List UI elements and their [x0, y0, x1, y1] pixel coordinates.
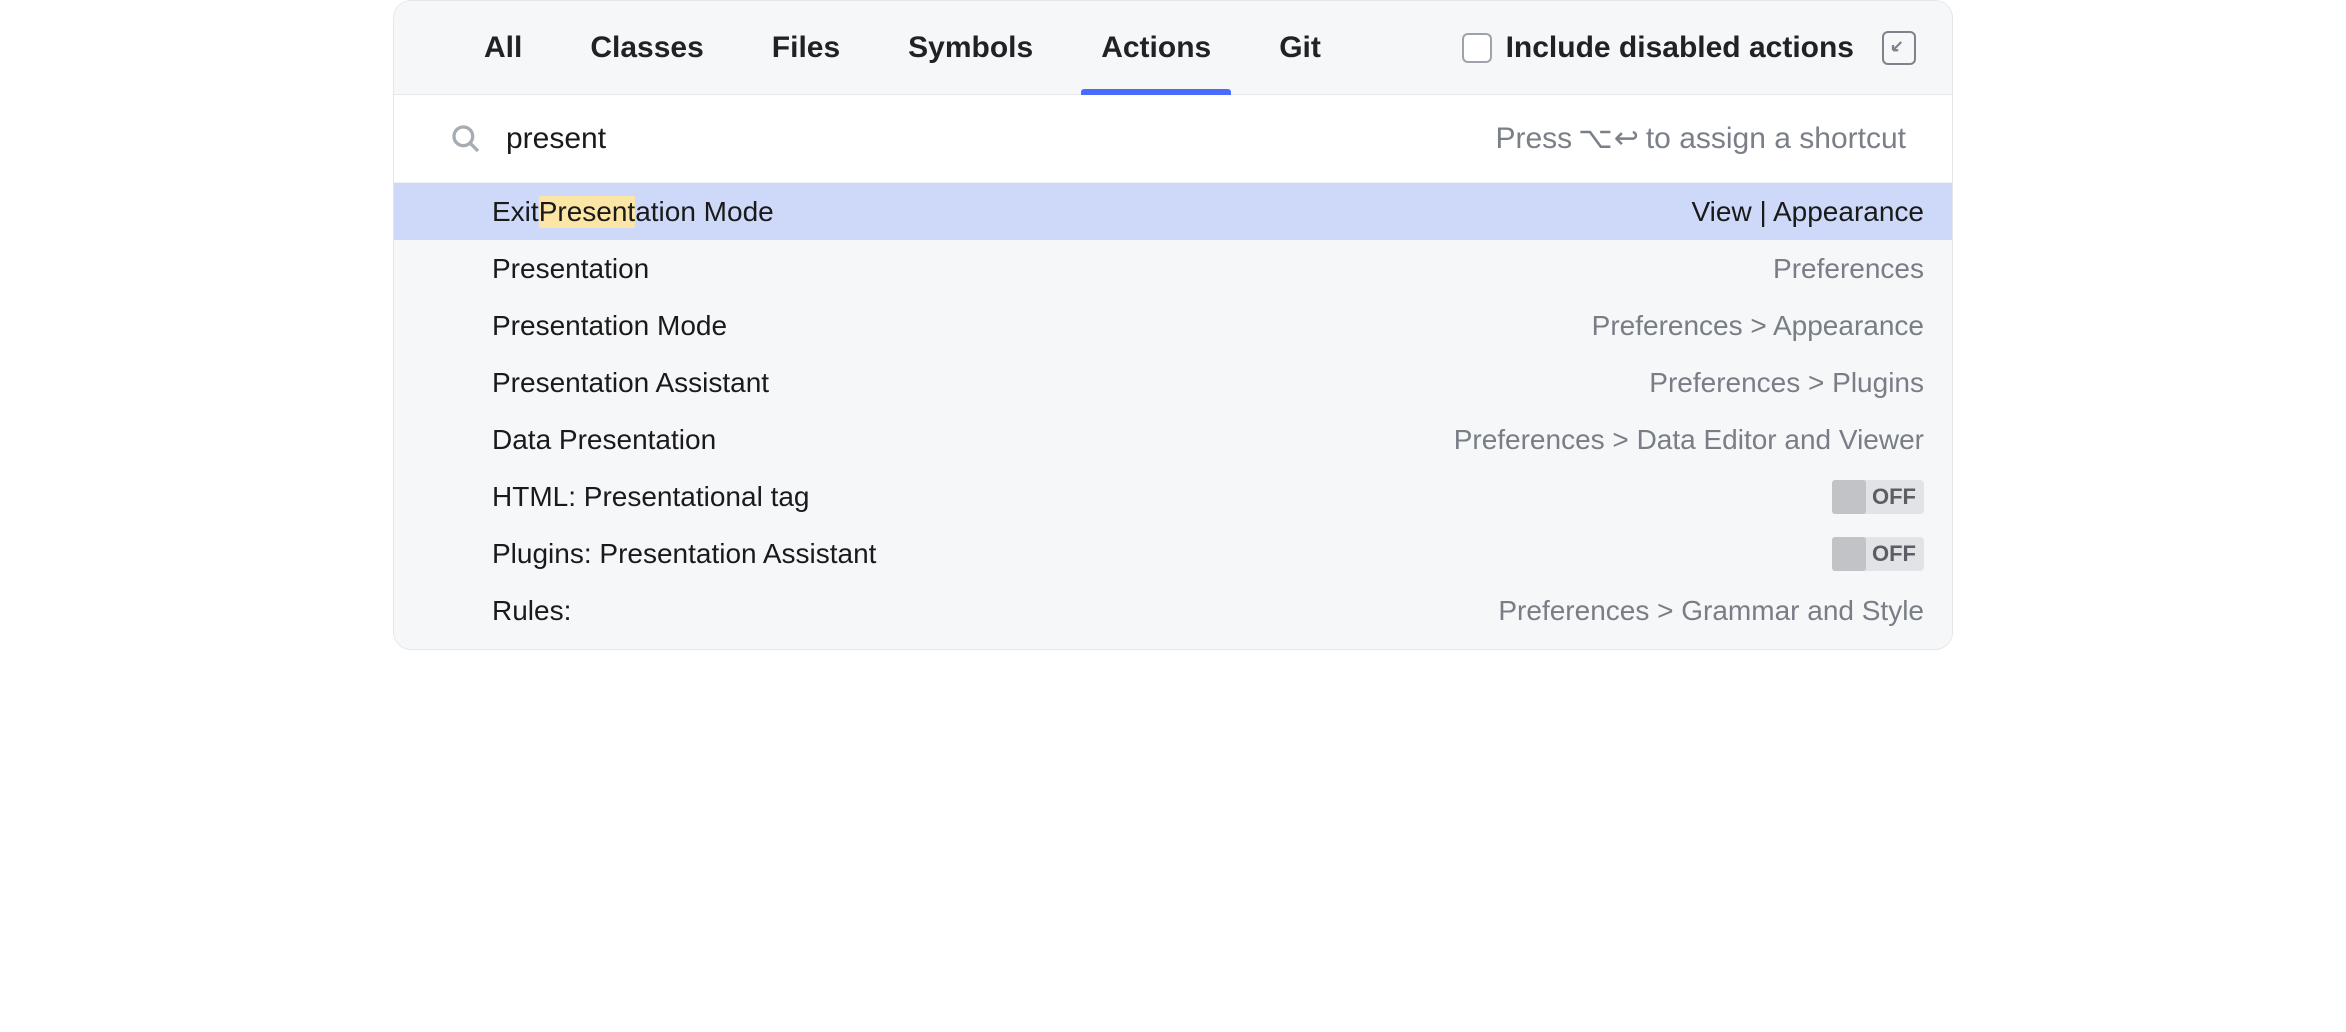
result-toggle[interactable]: OFF — [1832, 480, 1924, 514]
result-location: Preferences > Plugins — [1649, 367, 1924, 399]
shortcut-hint: Press ⌥↩ to assign a shortcut — [1495, 121, 1906, 156]
result-row[interactable]: Data Presentation Preferences > Data Edi… — [394, 411, 1952, 468]
search-icon — [450, 123, 482, 155]
tab-label: Git — [1279, 31, 1321, 65]
tab-label: Actions — [1101, 31, 1211, 65]
hint-post: to assign a shortcut — [1646, 122, 1906, 156]
tab-git[interactable]: Git — [1249, 1, 1351, 95]
result-label: Presentation Mode — [492, 310, 727, 342]
tab-label: Classes — [590, 31, 703, 65]
results-list: Exit Presentation Mode View | Appearance… — [394, 183, 1952, 649]
include-disabled-checkbox[interactable]: Include disabled actions — [1462, 31, 1854, 65]
search-input[interactable] — [506, 122, 1495, 156]
search-everywhere-popup: All Classes Files Symbols Actions Git In… — [393, 0, 1953, 650]
result-label: Exit Presentation Mode — [492, 196, 774, 228]
checkbox-icon — [1462, 33, 1492, 63]
result-row[interactable]: Presentation Preferences — [394, 240, 1952, 297]
result-location: Preferences > Appearance — [1592, 310, 1924, 342]
tab-classes[interactable]: Classes — [560, 1, 733, 95]
result-location: Preferences > Grammar and Style — [1498, 595, 1924, 627]
tab-symbols[interactable]: Symbols — [878, 1, 1063, 95]
tab-files[interactable]: Files — [742, 1, 870, 95]
result-row[interactable]: Plugins: Presentation Assistant OFF — [394, 525, 1952, 582]
toggle-off[interactable]: OFF — [1832, 537, 1924, 571]
result-row[interactable]: Rules: Preferences > Grammar and Style — [394, 582, 1952, 639]
search-row: Press ⌥↩ to assign a shortcut — [394, 95, 1952, 183]
result-label: Presentation Assistant — [492, 367, 769, 399]
hint-pre: Press — [1495, 122, 1572, 156]
tab-all[interactable]: All — [454, 1, 552, 95]
result-row[interactable]: Presentation Assistant Preferences > Plu… — [394, 354, 1952, 411]
result-label: HTML: Presentational tag — [492, 481, 810, 513]
toggle-off[interactable]: OFF — [1832, 480, 1924, 514]
tab-actions[interactable]: Actions — [1071, 1, 1241, 95]
toggle-knob — [1832, 537, 1866, 571]
include-disabled-label: Include disabled actions — [1506, 31, 1854, 65]
result-label: Presentation — [492, 253, 649, 285]
expand-icon[interactable] — [1882, 31, 1916, 65]
result-row[interactable]: HTML: Presentational tag OFF — [394, 468, 1952, 525]
result-label: Rules: — [492, 595, 571, 627]
result-location: View | Appearance — [1692, 196, 1924, 228]
result-location: Preferences > Data Editor and Viewer — [1454, 424, 1924, 456]
toggle-knob — [1832, 480, 1866, 514]
tab-label: Files — [772, 31, 840, 65]
tab-bar: All Classes Files Symbols Actions Git In… — [394, 1, 1952, 95]
tab-label: Symbols — [908, 31, 1033, 65]
result-location: Preferences — [1773, 253, 1924, 285]
result-label: Plugins: Presentation Assistant — [492, 538, 876, 570]
result-row[interactable]: Exit Presentation Mode View | Appearance — [394, 183, 1952, 240]
result-label: Data Presentation — [492, 424, 716, 456]
tab-label: All — [484, 31, 522, 65]
result-toggle[interactable]: OFF — [1832, 537, 1924, 571]
hint-keys: ⌥↩ — [1578, 121, 1640, 156]
result-row[interactable]: Presentation Mode Preferences > Appearan… — [394, 297, 1952, 354]
